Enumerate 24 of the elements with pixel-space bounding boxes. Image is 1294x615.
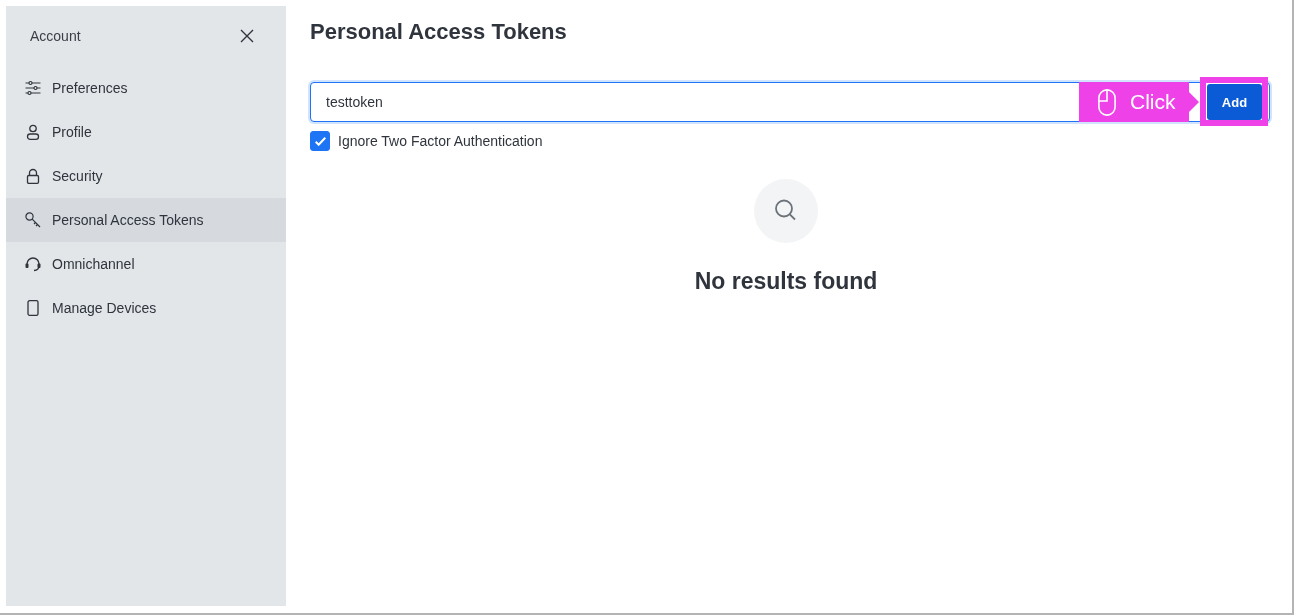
sidebar-title: Account xyxy=(30,28,81,44)
key-icon xyxy=(25,212,41,228)
mouse-icon xyxy=(1098,88,1116,116)
checkbox[interactable] xyxy=(310,131,330,151)
highlight-frame xyxy=(1200,77,1268,126)
callout-label: Click xyxy=(1130,90,1176,114)
sidebar-item[interactable]: Profile xyxy=(6,110,286,154)
add-button[interactable]: Add xyxy=(1207,84,1262,120)
sliders-icon xyxy=(25,80,41,96)
sidebar-item[interactable]: Security xyxy=(6,154,286,198)
search-icon xyxy=(754,179,818,243)
empty-state-message: No results found xyxy=(694,267,878,296)
close-icon[interactable] xyxy=(240,29,254,43)
sidebar-item[interactable]: Omnichannel xyxy=(6,242,286,286)
checkmark-icon xyxy=(314,136,326,146)
checkbox-label: Ignore Two Factor Authentication xyxy=(338,133,543,149)
user-icon xyxy=(25,124,41,140)
page-title: Personal Access Tokens xyxy=(310,18,567,46)
sidebar-item[interactable]: Personal Access Tokens xyxy=(6,198,286,242)
phone-icon xyxy=(25,300,41,316)
sidebar-item[interactable]: Manage Devices xyxy=(6,286,286,330)
headset-icon xyxy=(25,256,41,272)
sidebar-item[interactable]: Preferences xyxy=(6,66,286,110)
lock-icon xyxy=(25,168,41,184)
